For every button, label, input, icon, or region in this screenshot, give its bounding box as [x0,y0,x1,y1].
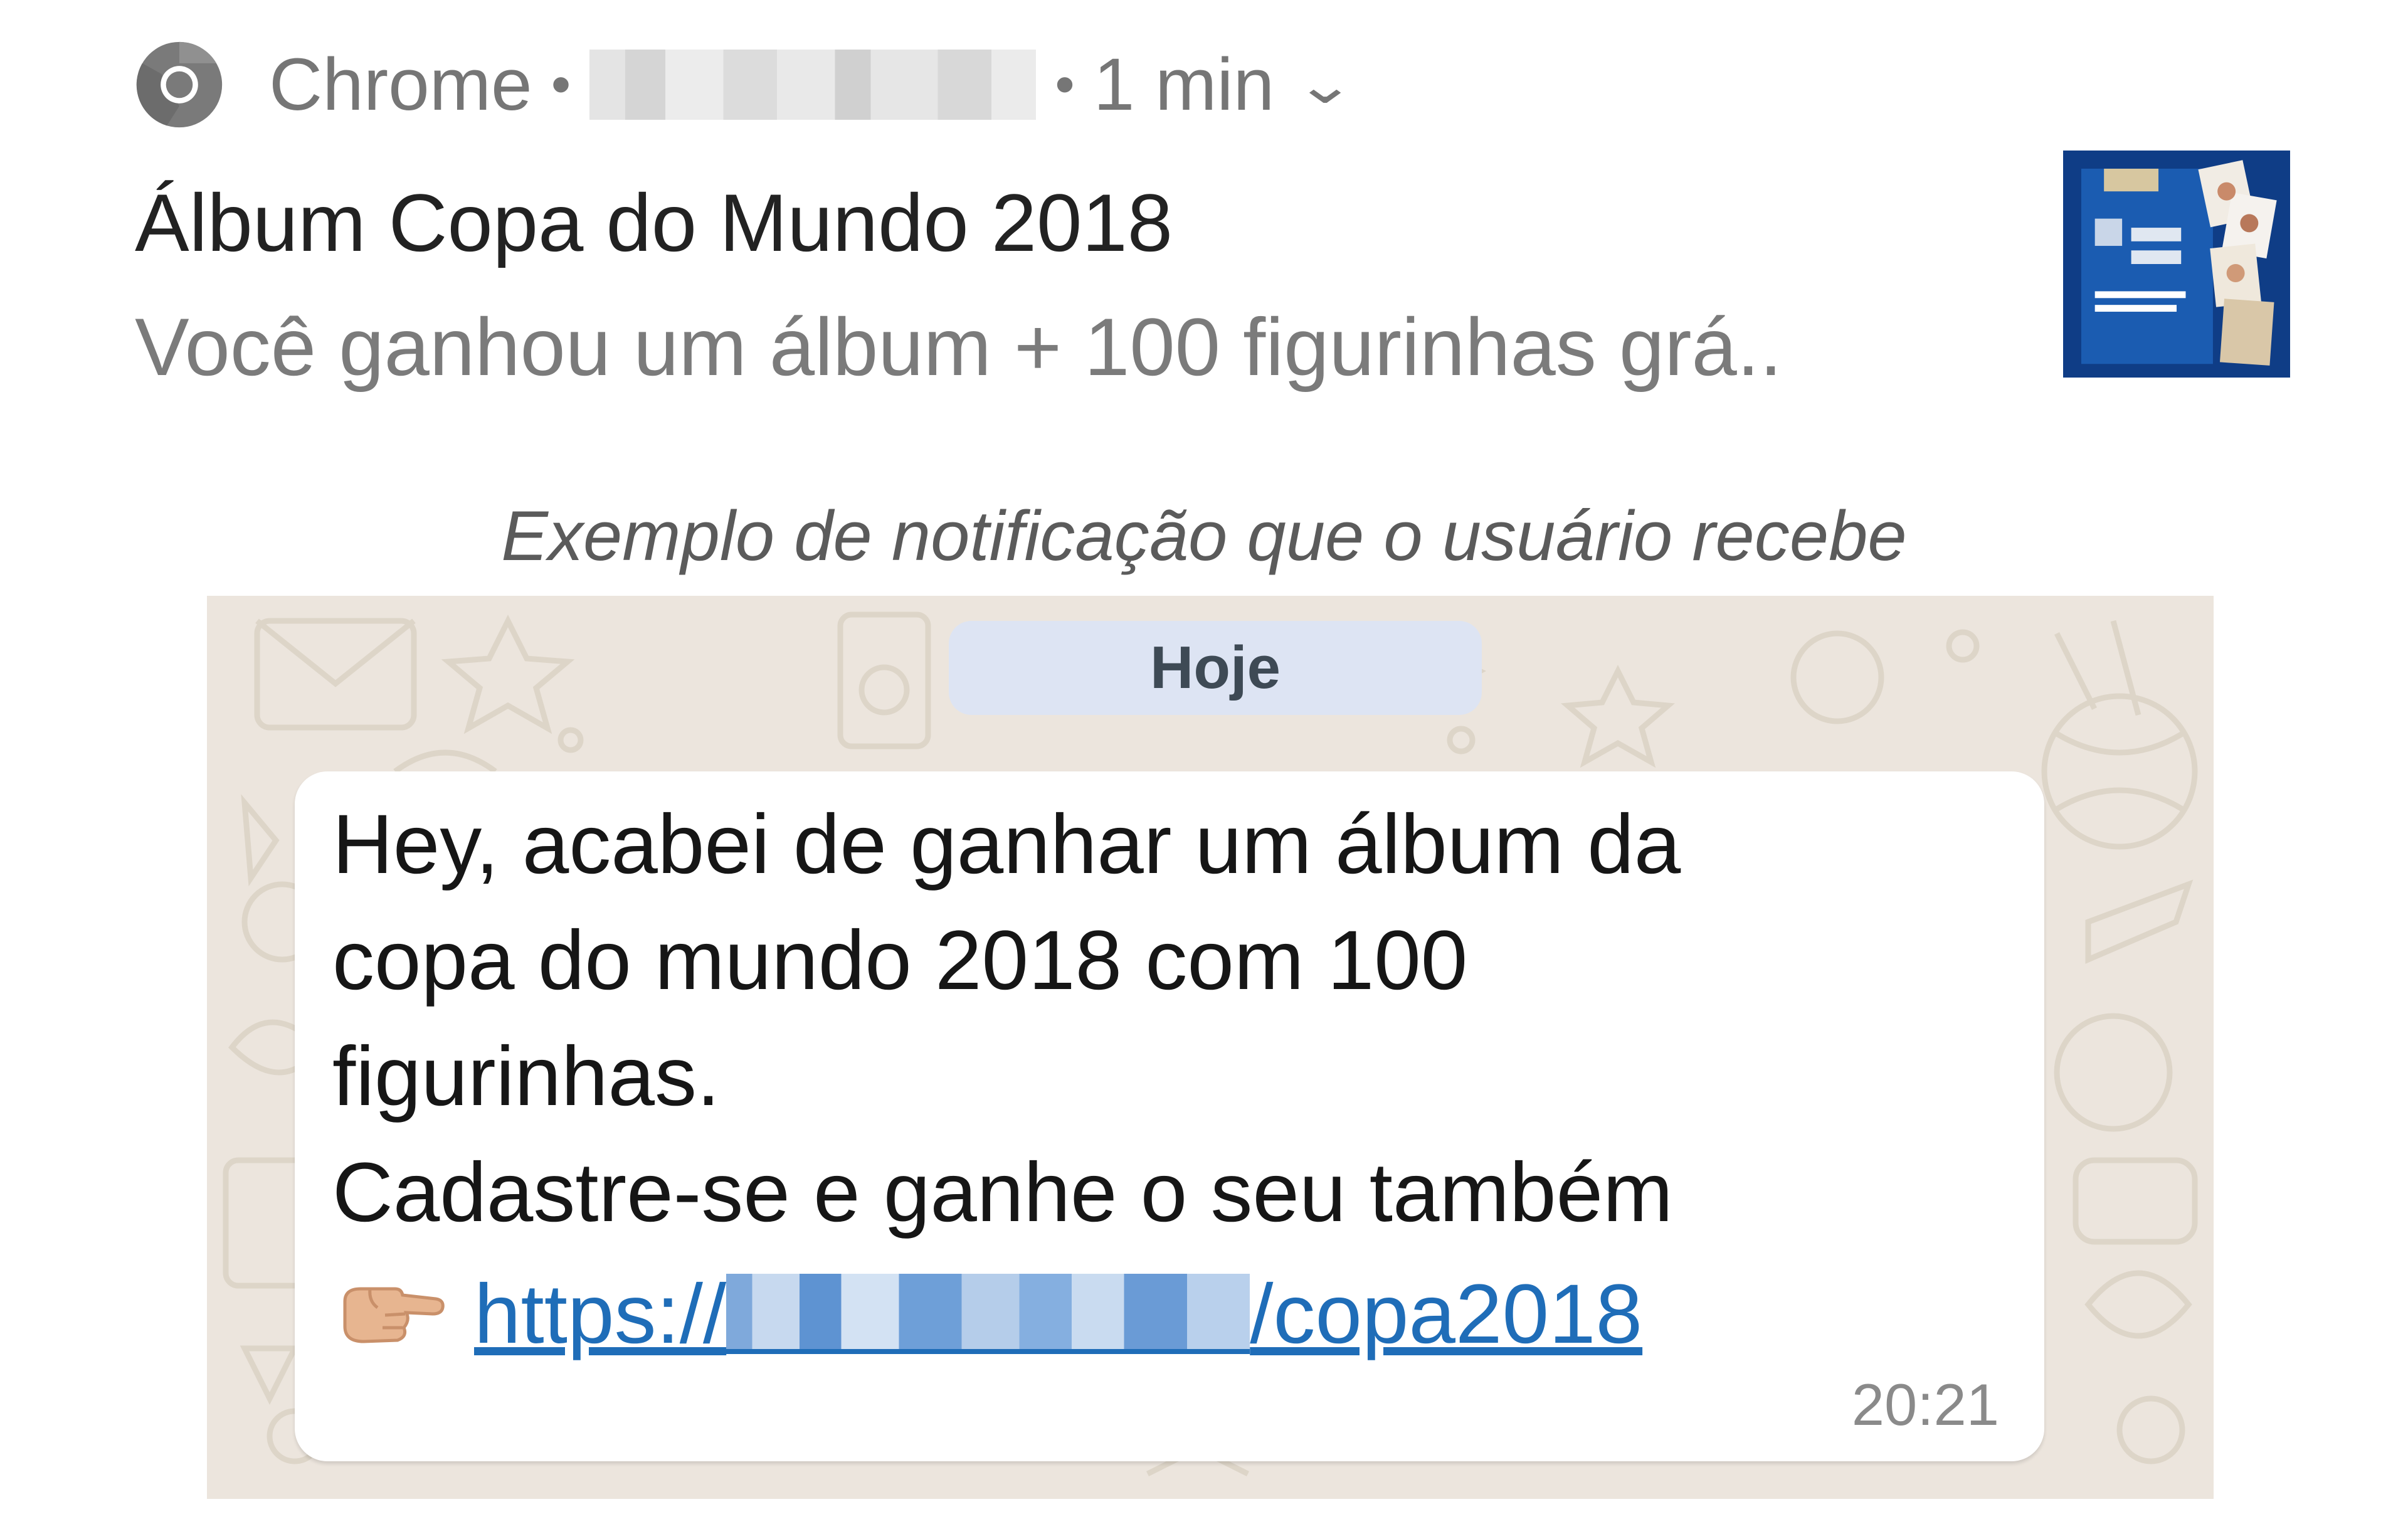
notification-body: Você ganhou um álbum + 100 figurinhas gr… [135,301,1783,393]
message-line-4: Cadastre-se e ganhe o seu também [332,1146,1673,1239]
pointing-hand-icon [343,1287,445,1343]
push-notification[interactable]: Chrome • • 1 min ⌄ Álbum Copa do Mundo 2… [0,0,2408,439]
notification-header: Chrome • • 1 min ⌄ [135,34,1356,135]
notification-app-name: Chrome [269,43,532,126]
notification-title: Álbum Copa do Mundo 2018 [135,177,1173,268]
link-suffix: /copa2018 [1250,1267,1643,1361]
date-label: Hoje [1149,634,1281,701]
header-separator: • [551,53,571,116]
message-line-3: figurinhas. [332,1030,721,1123]
message-link-row: https:// /copa2018 [332,1261,1642,1367]
notification-time: 1 min [1093,43,1275,126]
message-line-2: copa do mundo 2018 com 100 [332,914,1468,1007]
message-link[interactable]: https:// /copa2018 [474,1266,1642,1362]
screenshot: Chrome • • 1 min ⌄ Álbum Copa do Mundo 2… [0,0,2408,1524]
figure-caption: Exemplo de notificação que o usuário rec… [501,497,1907,575]
message-bubble[interactable]: Hey, acabei de ganhar um álbum da copa d… [295,771,2044,1461]
redacted-domain [726,1274,1250,1354]
header-separator: • [1055,53,1075,116]
chrome-icon [136,41,223,128]
message-time: 20:21 [1851,1372,1999,1437]
date-divider: Hoje [949,621,1482,715]
chevron-down-icon[interactable]: ⌄ [1294,54,1356,115]
link-prefix: https:// [474,1267,727,1361]
album-thumbnail [2063,151,2290,378]
chat-area: Hoje Hey, acabei de ganhar um álbum da c… [207,596,2214,1499]
redacted-sender [589,50,1037,120]
message-line-1: Hey, acabei de ganhar um álbum da [332,798,1681,891]
